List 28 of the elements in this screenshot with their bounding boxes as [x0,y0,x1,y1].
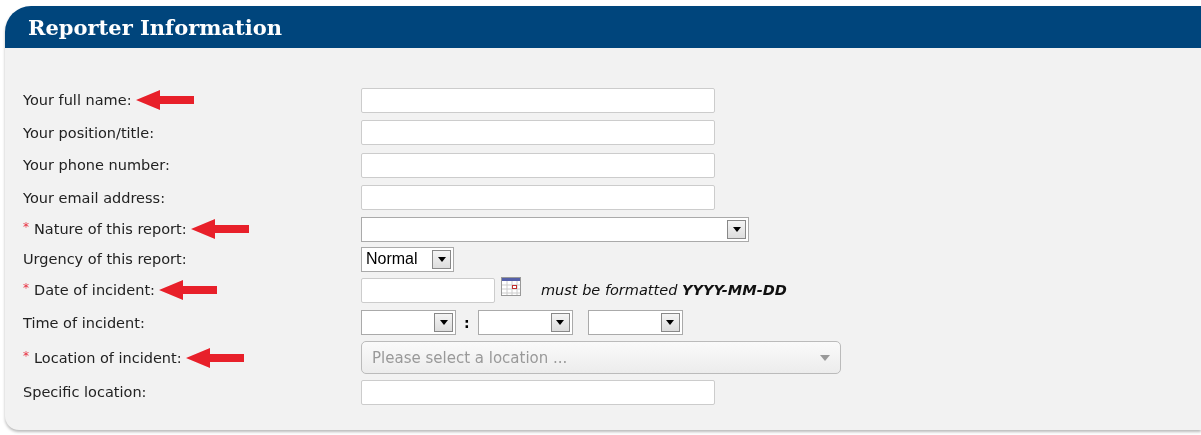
dropdown[interactable] [587,310,683,336]
field-label: Your email address: [23,189,165,206]
input-field[interactable] [361,120,715,146]
required-mark: * [23,220,29,234]
date-field[interactable] [361,277,495,303]
input-field[interactable] [361,185,715,211]
field-label: Time of incident: [23,314,145,331]
required-mark: * [23,348,29,363]
required-mark: * [23,281,29,296]
field-label: Your phone number: [23,157,170,174]
field-label: Date of incident: [34,282,155,299]
panel-title: Reporter Information [28,14,282,40]
dropdown[interactable] [361,216,749,242]
calendar-icon[interactable] [501,276,521,296]
field-label: Nature of this report: [34,221,187,237]
dropdown[interactable] [361,310,456,336]
field-label: Specific location: [23,384,147,401]
input-field[interactable] [361,379,715,405]
format-hint: must be formatted YYYY-MM-DD [541,282,787,299]
field-label: Location of incident: [34,349,182,366]
time-separator: : [464,314,470,331]
field-label: Your position/title: [23,124,155,141]
input-field[interactable] [361,152,715,178]
input-field[interactable] [361,87,715,113]
dropdown[interactable]: Normal [361,246,454,272]
field-label: Your full name: [23,92,132,109]
dropdown[interactable] [477,310,573,336]
field-label: Urgency of this report: [23,251,187,267]
